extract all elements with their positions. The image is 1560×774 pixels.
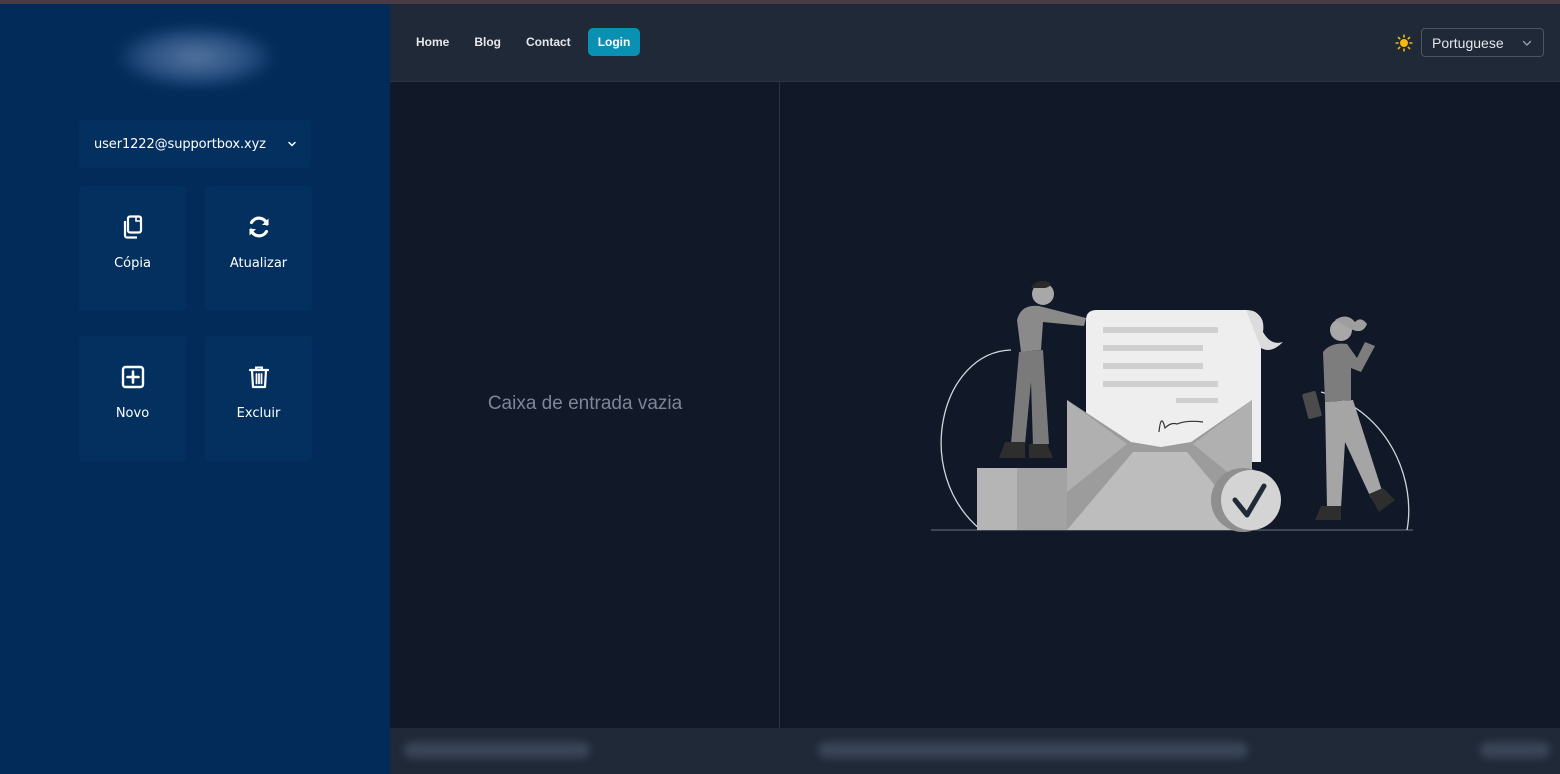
refresh-label: Atualizar [229, 256, 288, 271]
nav-contact-link[interactable]: Contact [516, 28, 581, 56]
delete-label: Excluir [236, 406, 281, 421]
empty-inbox-message: Caixa de entrada vazia [487, 393, 683, 414]
footer [390, 728, 1560, 774]
message-viewer-pane [781, 82, 1560, 728]
new-button[interactable]: Novo [79, 336, 186, 461]
nav-home-link[interactable]: Home [406, 28, 459, 56]
account-email: user1222@supportbox.xyz [94, 136, 266, 152]
refresh-button[interactable]: Atualizar [205, 186, 312, 311]
copy-button[interactable]: Cópia [79, 186, 186, 311]
copy-icon [123, 215, 142, 239]
empty-mailbox-illustration [931, 280, 1413, 532]
chevron-down-icon [288, 141, 296, 147]
trash-icon [248, 366, 269, 389]
copy-label: Cópia [114, 256, 151, 271]
footer-blurred-text [404, 742, 590, 758]
sun-icon[interactable] [1395, 34, 1413, 52]
chevron-down-icon [1522, 40, 1532, 46]
language-value: Portuguese [1432, 34, 1504, 51]
login-button[interactable]: Login [587, 28, 641, 56]
footer-blurred-text [1480, 742, 1550, 758]
sidebar: user1222@supportbox.xyz Cópia Atualizar … [0, 4, 390, 774]
account-selector[interactable]: user1222@supportbox.xyz [79, 120, 311, 168]
plus-square-icon [121, 365, 144, 389]
language-select[interactable]: Portuguese [1421, 28, 1544, 57]
inbox-list-pane: Caixa de entrada vazia [390, 82, 780, 728]
new-label: Novo [115, 406, 150, 421]
delete-button[interactable]: Excluir [205, 336, 312, 461]
main-nav: Home Blog Contact Login [406, 28, 645, 56]
refresh-icon [248, 216, 269, 238]
footer-blurred-text [818, 742, 1248, 758]
top-navbar: Home Blog Contact Login Portuguese [390, 4, 1560, 82]
logo [118, 26, 274, 88]
nav-blog-link[interactable]: Blog [464, 28, 511, 56]
